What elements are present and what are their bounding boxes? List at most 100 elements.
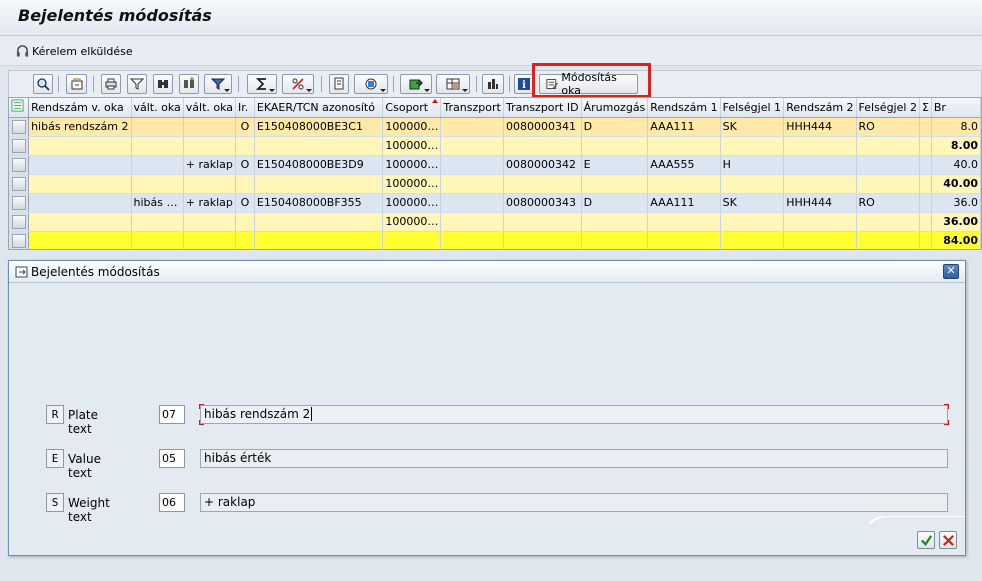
value-text-input[interactable]: hibás érték <box>200 449 948 468</box>
table-cell[interactable] <box>581 136 649 156</box>
table-cell[interactable] <box>183 212 237 232</box>
table-row[interactable]: hibás … + raklap O E150408000BF355 100000… 00… <box>9 193 981 213</box>
table-cell[interactable] <box>856 174 920 194</box>
table-cell[interactable]: O <box>235 193 255 213</box>
table-cell[interactable]: H <box>720 155 785 175</box>
table-cell[interactable] <box>440 174 504 194</box>
column-header[interactable]: vált. oka <box>183 98 237 118</box>
send-request-button[interactable]: Kérelem elküldése <box>15 42 133 60</box>
table-cell[interactable] <box>783 155 857 175</box>
row-selector[interactable] <box>9 212 30 232</box>
table-cell[interactable] <box>183 117 237 137</box>
table-cell[interactable]: hibás … <box>131 193 184 213</box>
table-cell[interactable] <box>131 174 184 194</box>
refresh-button[interactable] <box>66 74 87 94</box>
table-cell[interactable]: 100000… <box>382 174 442 194</box>
table-cell[interactable] <box>581 231 649 249</box>
table-cell[interactable] <box>783 231 857 249</box>
table-cell[interactable]: 100000… <box>382 155 442 175</box>
row-selector[interactable] <box>9 136 30 156</box>
row-selector[interactable] <box>9 117 30 137</box>
find-next-button[interactable] <box>179 74 199 94</box>
dialog-close-button[interactable]: ✕ <box>943 264 959 279</box>
table-cell[interactable] <box>382 231 442 249</box>
set-filter-button[interactable] <box>204 74 232 94</box>
table-cell[interactable]: 84.00 <box>931 231 981 249</box>
column-header[interactable]: Transzport ID <box>503 98 582 118</box>
column-header[interactable]: Br <box>931 98 981 118</box>
field-number-input[interactable]: 07 <box>159 405 185 424</box>
table-cell[interactable]: 100000… <box>382 136 442 156</box>
export-button[interactable] <box>400 74 432 94</box>
table-cell[interactable] <box>28 155 132 175</box>
column-header[interactable]: Árumozgás <box>581 98 649 118</box>
column-header[interactable]: vált. oka <box>131 98 184 118</box>
table-cell[interactable]: AAA111 <box>647 117 721 137</box>
table-cell[interactable] <box>503 174 582 194</box>
table-cell[interactable]: HHH444 <box>783 117 857 137</box>
table-cell[interactable] <box>720 136 785 156</box>
column-header[interactable]: Ir. <box>235 98 255 118</box>
row-select-button[interactable] <box>11 233 26 248</box>
column-header[interactable]: Rendszám 1 <box>647 98 721 118</box>
column-header[interactable]: Felségjel 2 <box>856 98 920 118</box>
table-cell[interactable] <box>647 212 721 232</box>
print-preview-button[interactable] <box>329 74 349 94</box>
table-cell[interactable]: O <box>235 117 255 137</box>
row-select-button[interactable] <box>11 195 26 210</box>
column-header[interactable]: Rendszám v. oka <box>28 98 132 118</box>
table-cell[interactable]: 40.0 <box>931 155 981 175</box>
table-cell[interactable] <box>647 136 721 156</box>
table-cell[interactable] <box>131 136 184 156</box>
table-cell[interactable] <box>28 174 132 194</box>
table-cell[interactable]: 0080000343 <box>503 193 582 213</box>
table-cell[interactable] <box>503 212 582 232</box>
table-cell[interactable] <box>440 212 504 232</box>
table-cell[interactable] <box>183 231 237 249</box>
table-cell[interactable] <box>919 117 932 137</box>
table-cell[interactable]: E150408000BE3C1 <box>254 117 384 137</box>
cancel-button[interactable] <box>939 531 957 549</box>
table-cell[interactable] <box>28 231 132 249</box>
table-cell[interactable] <box>440 155 504 175</box>
find-button[interactable] <box>153 74 173 94</box>
table-cell[interactable] <box>783 136 857 156</box>
column-header[interactable]: Transzport <box>440 98 504 118</box>
table-cell[interactable] <box>783 212 857 232</box>
plate-text-input[interactable]: hibás rendszám 2 <box>199 404 949 425</box>
row-select-button[interactable] <box>11 157 26 172</box>
table-cell[interactable] <box>856 212 920 232</box>
table-cell[interactable] <box>183 174 237 194</box>
column-header[interactable]: Rendszám 2 <box>783 98 857 118</box>
table-cell[interactable] <box>856 155 920 175</box>
table-cell[interactable]: SK <box>720 193 785 213</box>
column-header[interactable]: Felségjel 1 <box>720 98 785 118</box>
information-button[interactable]: i <box>514 74 534 94</box>
table-cell[interactable]: 36.00 <box>931 212 981 232</box>
row-selector[interactable] <box>9 155 30 175</box>
field-number-input[interactable]: 06 <box>159 493 185 512</box>
table-cell[interactable] <box>720 174 785 194</box>
graphic-button[interactable] <box>482 74 504 94</box>
table-cell[interactable]: RO <box>856 193 920 213</box>
table-cell[interactable]: E150408000BE3D9 <box>254 155 384 175</box>
total-row[interactable]: 84.00 <box>9 231 981 249</box>
table-cell[interactable] <box>254 174 384 194</box>
table-cell[interactable] <box>28 193 132 213</box>
table-cell[interactable]: + raklap <box>183 155 237 175</box>
row-selector[interactable] <box>9 193 30 213</box>
table-cell[interactable] <box>183 136 237 156</box>
field-number-input[interactable]: 05 <box>159 449 185 468</box>
table-cell[interactable] <box>440 193 504 213</box>
table-cell[interactable] <box>919 174 932 194</box>
row-select-button[interactable] <box>11 119 26 134</box>
table-cell[interactable] <box>856 231 920 249</box>
table-cell[interactable] <box>503 231 582 249</box>
confirm-button[interactable] <box>917 531 935 549</box>
table-cell[interactable] <box>503 136 582 156</box>
table-cell[interactable] <box>235 212 255 232</box>
table-cell[interactable]: SK <box>720 117 785 137</box>
select-all-cell[interactable] <box>9 98 30 118</box>
table-cell[interactable] <box>919 193 932 213</box>
table-cell[interactable]: HHH444 <box>783 193 857 213</box>
